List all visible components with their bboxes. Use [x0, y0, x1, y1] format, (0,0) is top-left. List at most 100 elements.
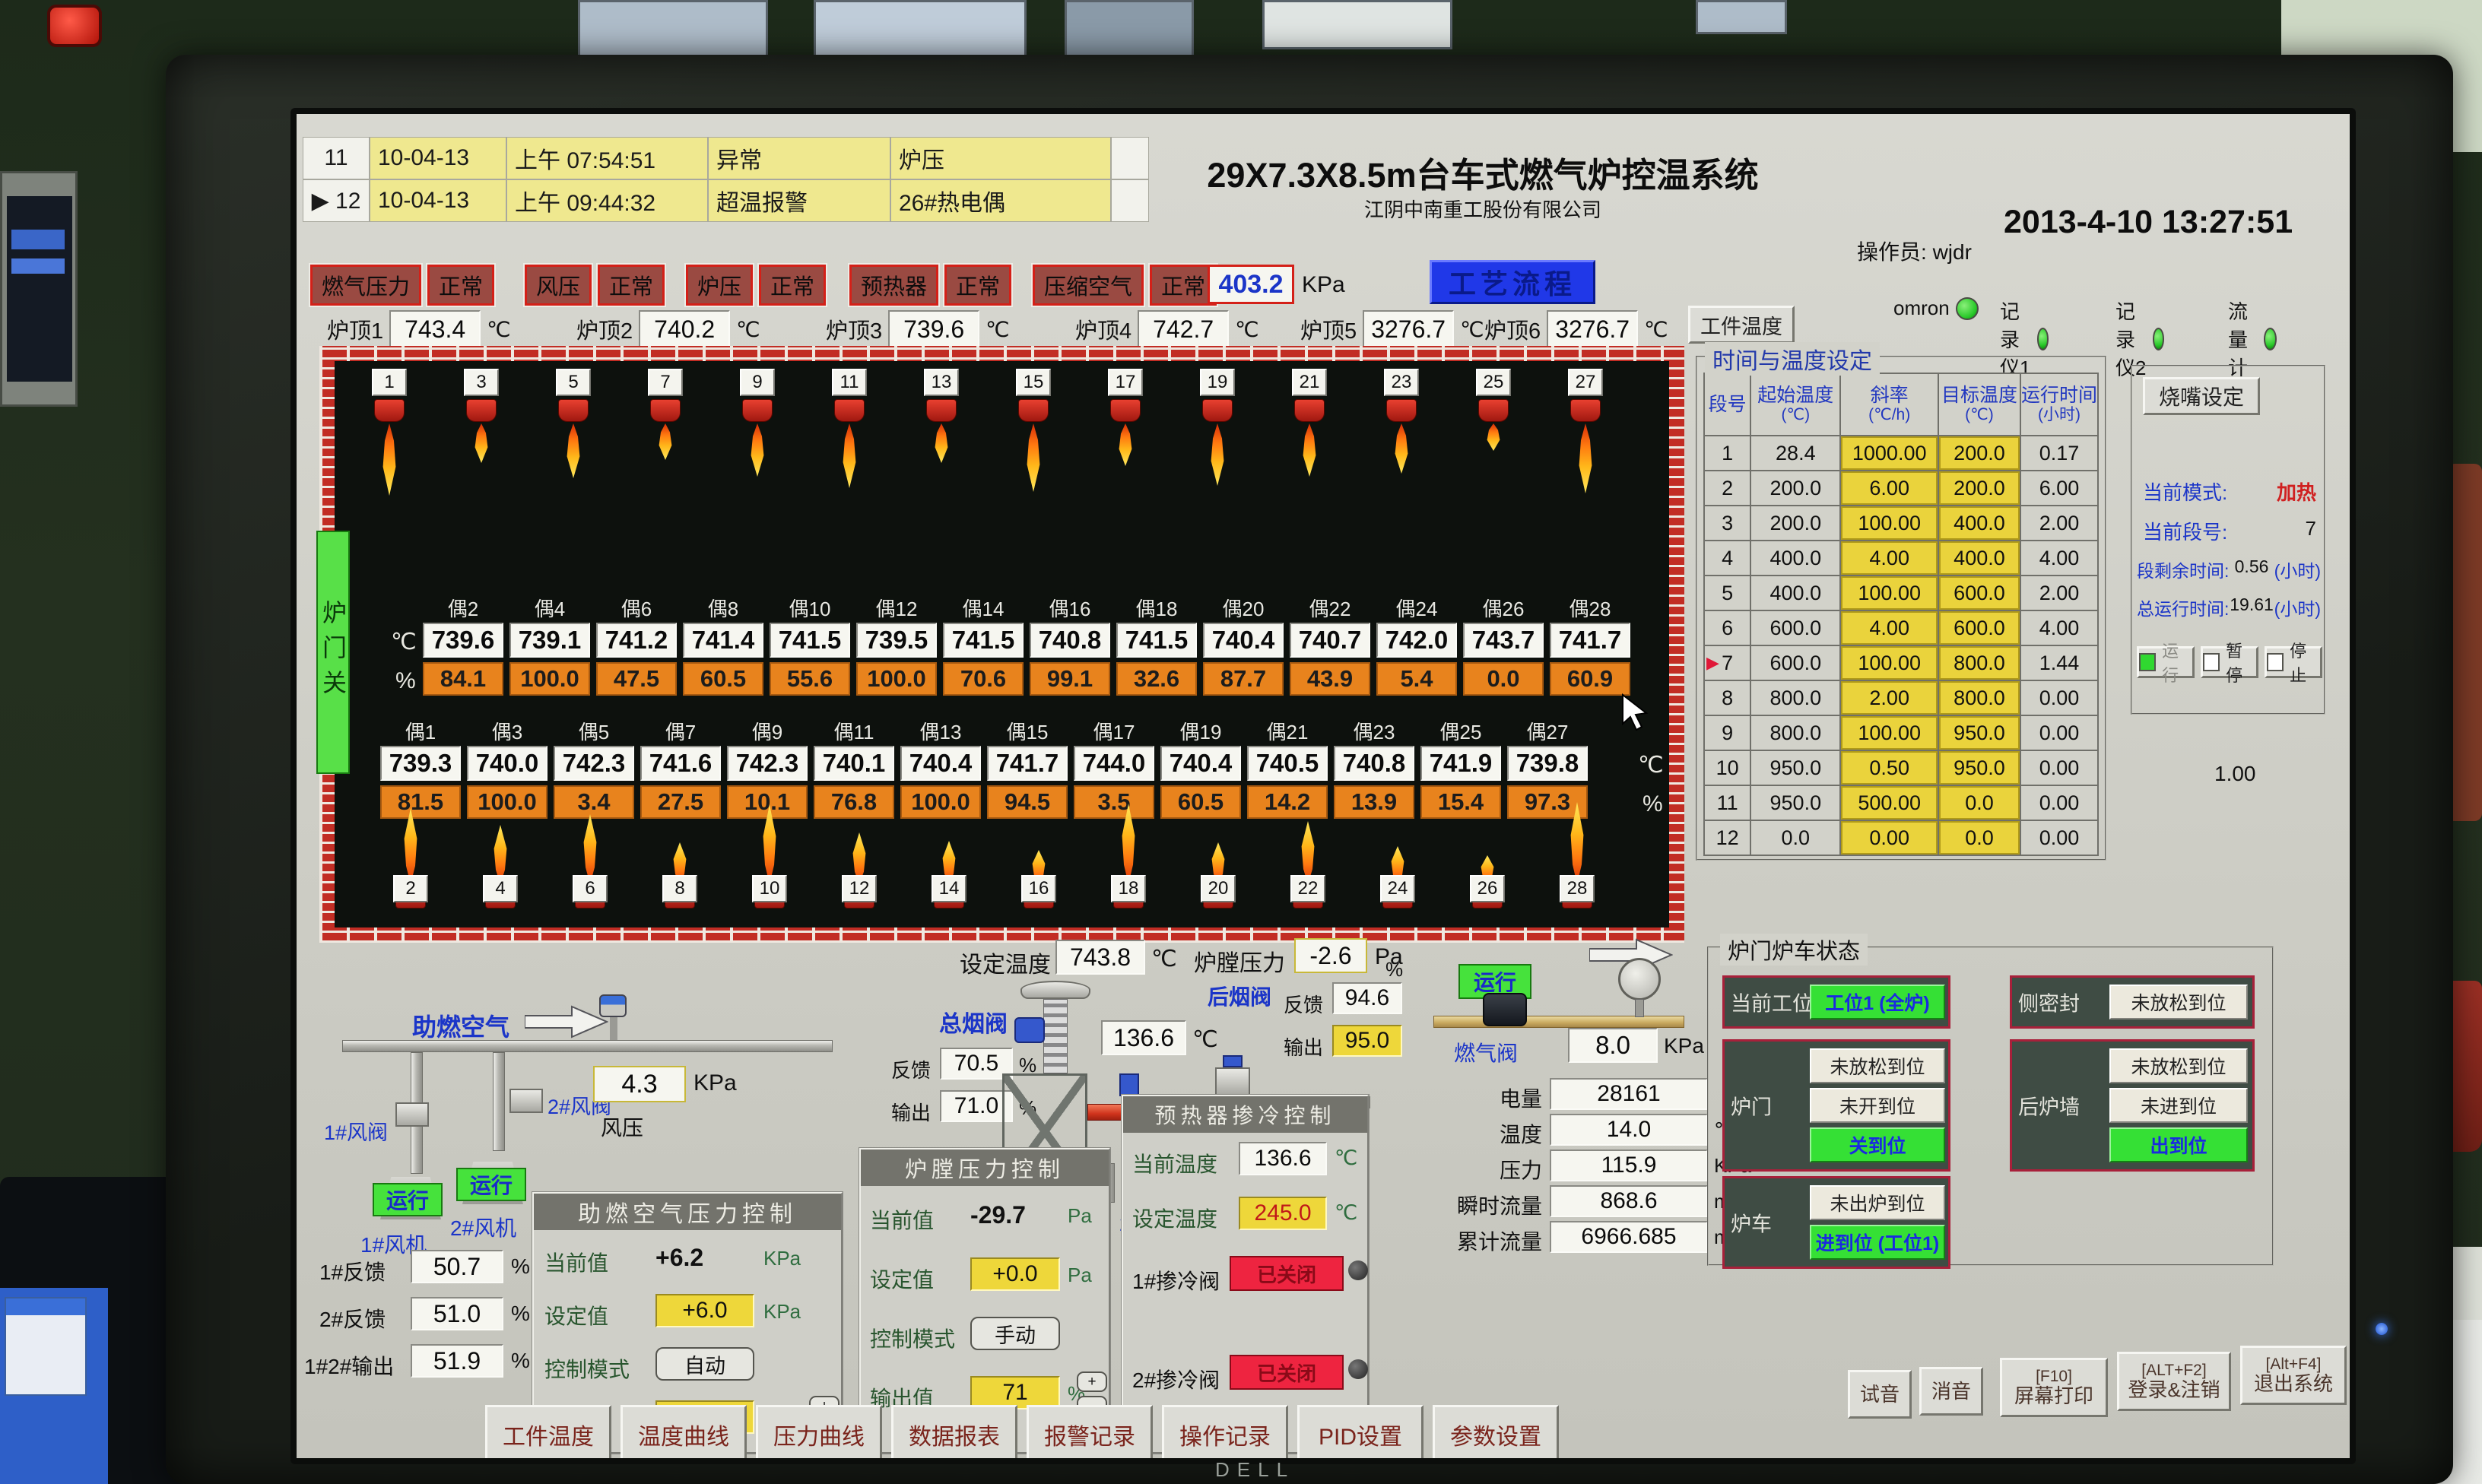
precool-set-value[interactable]: 245.0	[1239, 1197, 1327, 1230]
tc-label: 偶21	[1247, 717, 1328, 745]
ctrl-mode-button[interactable]: 手动	[970, 1317, 1060, 1350]
main-flue-fb-label: 反馈	[891, 1055, 931, 1083]
program-cell-rate[interactable]: 4.00	[1840, 610, 1938, 645]
ctrl-row-value[interactable]: +6.0	[655, 1294, 754, 1327]
gas-metering-rows: 电量28161温度14.0℃压力115.9KPa瞬时流量868.6m3/h累计流…	[1428, 1078, 1717, 1268]
program-cell-hours: 0.17	[2020, 436, 2098, 471]
program-cell-target[interactable]: 400.0	[1938, 541, 2020, 576]
system-button[interactable]: 消音	[1919, 1367, 1983, 1416]
program-cell-target[interactable]: 600.0	[1938, 610, 2020, 645]
burner-head	[466, 399, 497, 422]
program-cell-rate[interactable]: 100.00	[1840, 715, 1938, 750]
tc-output-pct: 60.9	[1550, 662, 1630, 696]
segment-remaining-value: 0.56	[2235, 556, 2269, 582]
nav-button[interactable]: 温度曲线	[620, 1405, 747, 1458]
nav-button[interactable]: 压力曲线	[756, 1405, 882, 1458]
fan2-feedback-value: 51.0	[411, 1297, 503, 1330]
gas-row-label: 压力	[1428, 1154, 1542, 1184]
nav-button[interactable]: 数据报表	[891, 1405, 1017, 1458]
gas-valve-icon[interactable]	[1483, 993, 1527, 1026]
air-valve1-icon[interactable]	[395, 1102, 429, 1127]
program-cell-rate[interactable]: 4.00	[1840, 541, 1938, 576]
burner-flame	[1114, 423, 1137, 466]
tc-temp: 740.4	[1160, 746, 1241, 781]
nav-button[interactable]: 参数设置	[1433, 1405, 1559, 1458]
program-cell-rate[interactable]: 0.50	[1840, 750, 1938, 785]
gas-meter-icon	[1618, 958, 1661, 1000]
ctrl-mode-button[interactable]: 自动	[655, 1347, 754, 1381]
system-button[interactable]: [ALT+F2]登录&注销	[2117, 1352, 2231, 1411]
alarm-row[interactable]: 1110-04-13上午 07:54:51异常炉压	[303, 137, 1149, 179]
program-cell-target[interactable]: 950.0	[1938, 715, 2020, 750]
wall-poster	[1696, 0, 1787, 34]
tc-label: 偶5	[554, 717, 634, 745]
program-cell-target[interactable]: 0.0	[1938, 820, 2020, 855]
stop-checkbox	[2267, 653, 2284, 671]
program-cell-target[interactable]: 950.0	[1938, 750, 2020, 785]
system-button[interactable]: 试音	[1848, 1370, 1912, 1419]
indicator-ok-dot	[2264, 328, 2277, 350]
program-row: 3200.0100.00400.02.00	[1704, 506, 2098, 541]
gas-pressure-box: 403.2	[1208, 265, 1294, 304]
burner-number: 14	[932, 875, 966, 902]
program-cell-target[interactable]: 0.0	[1938, 785, 2020, 820]
increment-button[interactable]: +	[1077, 1371, 1107, 1392]
workpiece-temp-button[interactable]: 工件温度	[1688, 306, 1795, 344]
program-cell-target[interactable]: 400.0	[1938, 506, 2020, 541]
nav-button[interactable]: 操作记录	[1162, 1405, 1288, 1458]
tc-temp: 742.3	[554, 746, 634, 781]
program-cell-rate[interactable]: 100.00	[1840, 506, 1938, 541]
nav-button[interactable]: 报警记录	[1027, 1405, 1153, 1458]
power-led	[2376, 1323, 2388, 1335]
program-cell-rate[interactable]: 0.00	[1840, 820, 1938, 855]
tc-output-pct: 84.1	[423, 662, 503, 696]
nav-button[interactable]: 工件温度	[485, 1405, 611, 1458]
program-cell-target[interactable]: 600.0	[1938, 576, 2020, 610]
program-cell-seg: 10	[1704, 750, 1750, 785]
operator: 操作员: wjdr	[1857, 236, 1972, 266]
program-cell-rate[interactable]: 2.00	[1840, 680, 1938, 715]
program-cell-target[interactable]: 200.0	[1938, 471, 2020, 506]
rear-flue-out-label: 输出	[1284, 1032, 1323, 1061]
air-valve2-icon[interactable]	[509, 1089, 543, 1113]
flue-valve-cap	[1020, 981, 1090, 999]
total-runtime-row: 总运行时间: 19.61 (小时)	[2137, 595, 2321, 620]
program-cell-target[interactable]: 800.0	[1938, 645, 2020, 680]
precool-valve2-icon[interactable]	[1348, 1359, 1368, 1379]
run-button[interactable]: 运行	[2137, 646, 2195, 678]
process-flow-button[interactable]: 工艺流程	[1430, 260, 1595, 304]
program-cell-seg: 1	[1704, 436, 1750, 471]
system-button[interactable]: [Alt+F4]退出系统	[2240, 1346, 2347, 1405]
door-status-block: 当前工位工位1 (全炉)	[1722, 975, 1950, 1029]
ctrl-row-label: 设定值	[544, 1300, 608, 1330]
alarm-row[interactable]: ▶ 1210-04-13上午 09:44:32超温报警26#热电偶	[303, 179, 1149, 222]
operator-label: 操作员:	[1857, 240, 1927, 264]
stop-button[interactable]: 停止	[2265, 646, 2322, 678]
program-cell-rate[interactable]: 100.00	[1840, 576, 1938, 610]
ctrl-row-value[interactable]: +0.0	[970, 1257, 1060, 1291]
program-cell-rate[interactable]: 6.00	[1840, 471, 1938, 506]
rear-flue-out-value[interactable]: 95.0	[1332, 1025, 1402, 1057]
burner-flame	[399, 808, 422, 884]
system-button[interactable]: [F10]屏幕打印	[2000, 1358, 2108, 1417]
program-title: 时间与温度设定	[1705, 342, 1880, 376]
program-cell-rate[interactable]: 500.00	[1840, 785, 1938, 820]
program-cell-rate[interactable]: 1000.00	[1840, 436, 1938, 471]
program-cell-target[interactable]: 200.0	[1938, 436, 2020, 471]
current-segment-value: 7	[2306, 517, 2316, 545]
program-cell-rate[interactable]: 100.00	[1840, 645, 1938, 680]
furnace-top-item: 炉顶63276.7℃	[1484, 310, 1668, 348]
burner-number: 20	[1201, 875, 1236, 902]
precool-valve1-icon[interactable]	[1348, 1260, 1368, 1280]
set-temp-label: 设定温度	[960, 946, 1051, 979]
tc-temp: 741.5	[770, 623, 850, 658]
operator-value: wjdr	[1933, 240, 1972, 264]
burner-settings-button[interactable]: 烧嘴设定	[2143, 377, 2260, 415]
furnace-top-item: 炉顶4742.7℃	[1075, 310, 1259, 348]
tc-label: 偶16	[1030, 594, 1110, 622]
program-cell-target[interactable]: 800.0	[1938, 680, 2020, 715]
pause-button[interactable]: 暂停	[2201, 646, 2258, 678]
system-button-key: [Alt+F4]	[2266, 1356, 2322, 1373]
nav-button[interactable]: PID设置	[1297, 1405, 1424, 1458]
alarm-table[interactable]: 1110-04-13上午 07:54:51异常炉压▶ 1210-04-13上午 …	[303, 137, 1149, 222]
